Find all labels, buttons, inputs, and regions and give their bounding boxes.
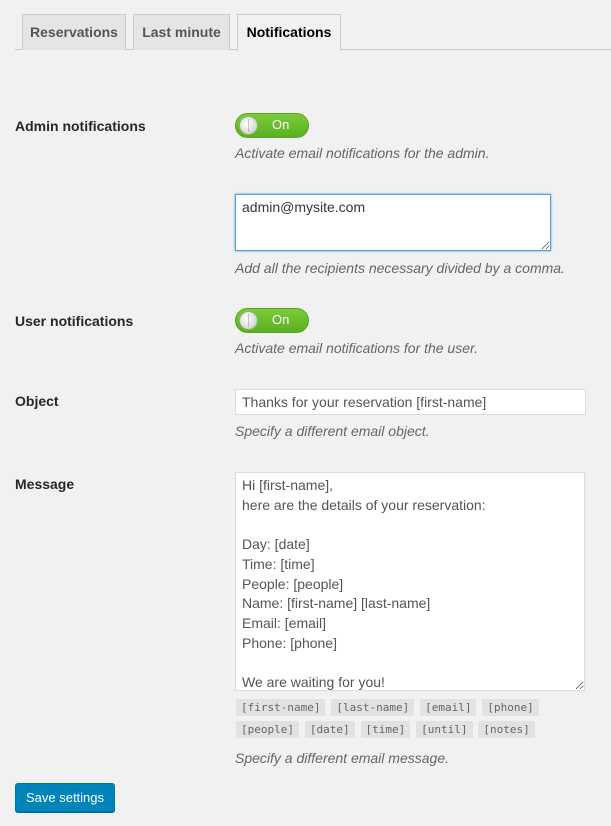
- message-label: Message: [15, 476, 75, 492]
- placeholder-tag-until[interactable]: [until]: [416, 721, 473, 738]
- toggle-knob-icon: [239, 116, 258, 135]
- settings-tabs: Reservations Last minute Notifications: [15, 14, 611, 51]
- save-settings-button[interactable]: Save settings: [15, 783, 115, 812]
- placeholder-tag-first-name[interactable]: [first-name]: [236, 699, 326, 716]
- placeholder-tag-people[interactable]: [people]: [236, 721, 299, 738]
- admin-recipients-description: Add all the recipients necessary divided…: [235, 260, 565, 276]
- object-label: Object: [15, 393, 59, 409]
- admin-notifications-label: Admin notifications: [15, 118, 146, 134]
- placeholder-tag-phone[interactable]: [phone]: [482, 699, 539, 716]
- toggle-knob-icon: [239, 311, 258, 330]
- user-notifications-toggle[interactable]: On: [235, 308, 309, 333]
- toggle-state-label: On: [272, 117, 290, 132]
- toggle-state-label: On: [272, 312, 290, 327]
- placeholder-tag-email[interactable]: [email]: [420, 699, 477, 716]
- admin-recipients-input[interactable]: admin@mysite.com: [235, 194, 551, 251]
- placeholder-tags: [first-name] [last-name] [email] [phone]…: [236, 698, 556, 742]
- placeholder-tag-last-name[interactable]: [last-name]: [331, 699, 415, 716]
- placeholder-tag-time[interactable]: [time]: [360, 721, 411, 738]
- message-description: Specify a different email message.: [235, 750, 449, 766]
- admin-notifications-toggle[interactable]: On: [235, 113, 309, 138]
- email-message-textarea[interactable]: Hi [first-name], here are the details of…: [235, 472, 585, 691]
- admin-notifications-description: Activate email notifications for the adm…: [235, 145, 490, 161]
- user-notifications-label: User notifications: [15, 313, 134, 329]
- object-description: Specify a different email object.: [235, 423, 430, 439]
- placeholder-tag-notes[interactable]: [notes]: [478, 721, 535, 738]
- email-object-input[interactable]: [235, 389, 586, 415]
- placeholder-tag-date[interactable]: [date]: [304, 721, 355, 738]
- tab-last-minute[interactable]: Last minute: [133, 14, 230, 50]
- tab-reservations[interactable]: Reservations: [22, 14, 126, 50]
- user-notifications-description: Activate email notifications for the use…: [235, 340, 479, 356]
- tab-notifications[interactable]: Notifications: [237, 14, 341, 51]
